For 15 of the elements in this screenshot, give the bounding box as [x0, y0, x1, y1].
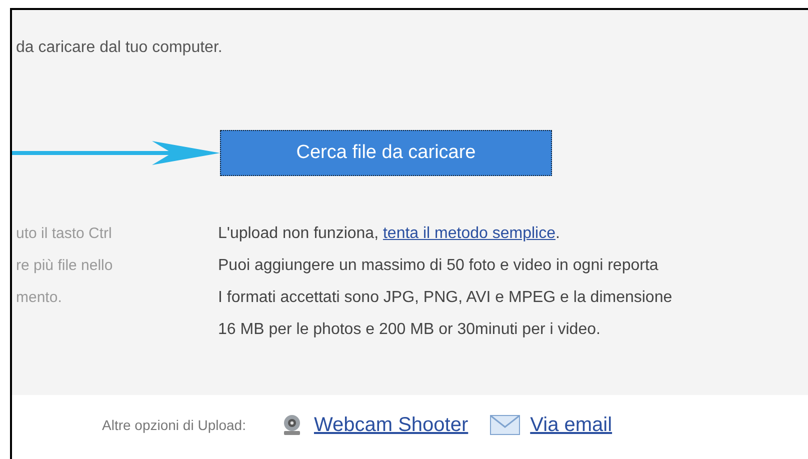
upload-help-text: L'upload non funziona, tenta il metodo semplice.	[218, 224, 560, 244]
info-text: 16 MB per le photos e 200 MB or 30minuti per i video.	[218, 320, 600, 340]
intro-text: da caricare dal tuo computer.	[16, 38, 222, 58]
webcam-link[interactable]: Webcam Shooter	[314, 410, 468, 440]
simple-method-link[interactable]: tenta il metodo semplice	[382, 225, 556, 242]
email-link[interactable]: Via email	[530, 410, 612, 440]
help-text: mento.	[16, 288, 62, 308]
info-text: Puoi aggiungere un massimo di 50 foto e video in ogni reporta	[218, 256, 658, 276]
other-options-label: Altre opzioni di Upload:	[102, 416, 246, 435]
browse-button[interactable]: Cerca file da caricare	[220, 130, 552, 176]
arrow-icon	[12, 139, 220, 167]
info-text: I formati accettati sono JPG, PNG, AVI e MPEG e la dimensione	[218, 288, 672, 308]
help-text: uto il tasto Ctrl	[16, 224, 112, 244]
envelope-icon	[490, 415, 520, 435]
help-text: re più file nello	[16, 256, 113, 276]
